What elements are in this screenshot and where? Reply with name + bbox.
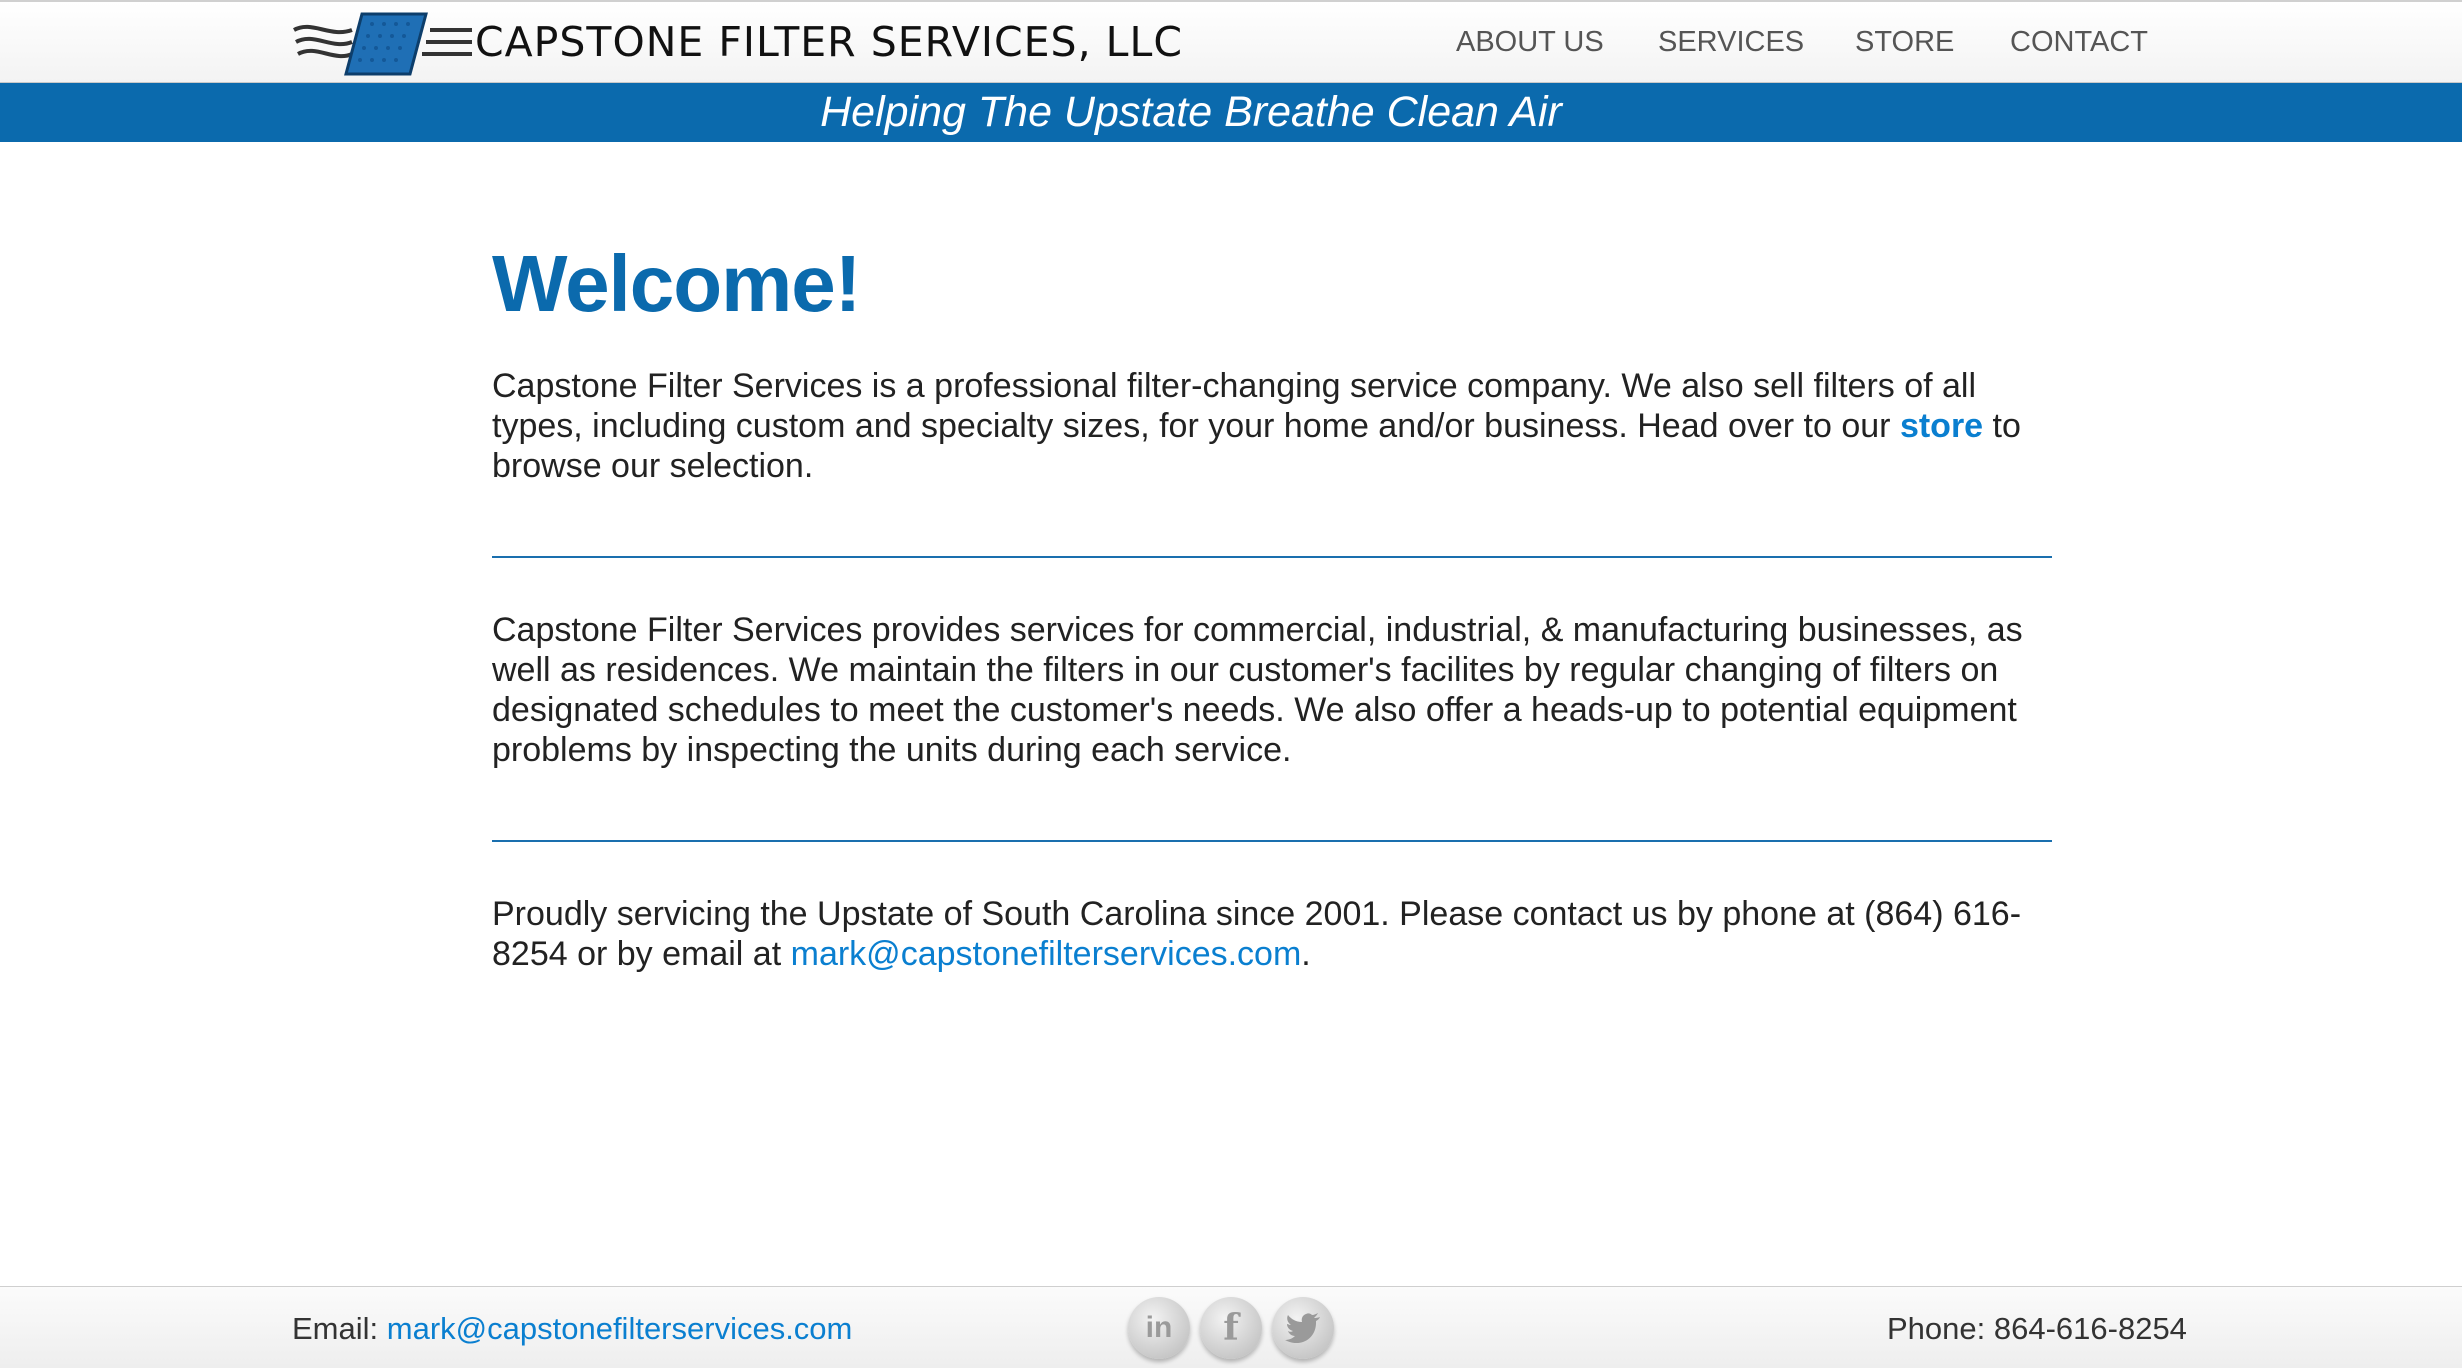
nav-about-us[interactable]: ABOUT US bbox=[1456, 26, 1604, 59]
footer-email-link[interactable]: mark@capstonefilterservices.com bbox=[387, 1311, 853, 1346]
tagline: Helping The Upstate Breathe Clean Air bbox=[820, 88, 1562, 136]
footer-phone: Phone: 864-616-8254 bbox=[1887, 1311, 2187, 1346]
contact-email-link[interactable]: mark@capstonefilterservices.com bbox=[791, 935, 1302, 973]
intro-paragraph: Capstone Filter Services is a profession… bbox=[492, 366, 2052, 486]
page-title: Welcome! bbox=[492, 239, 861, 328]
main-content: Welcome! Capstone Filter Services is a p… bbox=[492, 238, 2052, 974]
main-nav: ABOUT US SERVICES STORE CONTACT bbox=[0, 26, 2462, 62]
nav-services[interactable]: SERVICES bbox=[1658, 26, 1804, 59]
divider bbox=[492, 840, 2052, 842]
nav-contact[interactable]: CONTACT bbox=[2010, 26, 2148, 59]
linkedin-glyph: in bbox=[1145, 1311, 1173, 1344]
facebook-glyph: f bbox=[1223, 1307, 1239, 1349]
twitter-bird-icon bbox=[1285, 1313, 1320, 1343]
twitter-icon[interactable] bbox=[1272, 1297, 1334, 1359]
footer-email: Email: mark@capstonefilterservices.com bbox=[292, 1311, 852, 1347]
store-link[interactable]: store bbox=[1900, 407, 1983, 445]
contact-paragraph: Proudly servicing the Upstate of South C… bbox=[492, 894, 2052, 974]
tagline-banner: Helping The Upstate Breathe Clean Air bbox=[0, 83, 2462, 142]
services-paragraph: Capstone Filter Services provides servic… bbox=[492, 611, 2023, 769]
divider bbox=[492, 556, 2052, 558]
site-footer: Email: mark@capstonefilterservices.com i… bbox=[0, 1286, 2462, 1368]
linkedin-icon[interactable]: in bbox=[1128, 1297, 1190, 1359]
contact-tail: . bbox=[1301, 935, 1311, 973]
nav-store[interactable]: STORE bbox=[1855, 26, 1954, 59]
footer-email-label: Email: bbox=[292, 1311, 379, 1346]
site-header: CAPSTONE FILTER SERVICES, LLC ABOUT US S… bbox=[0, 0, 2462, 83]
facebook-icon[interactable]: f bbox=[1200, 1297, 1262, 1359]
intro-text: Capstone Filter Services is a profession… bbox=[492, 367, 1977, 445]
